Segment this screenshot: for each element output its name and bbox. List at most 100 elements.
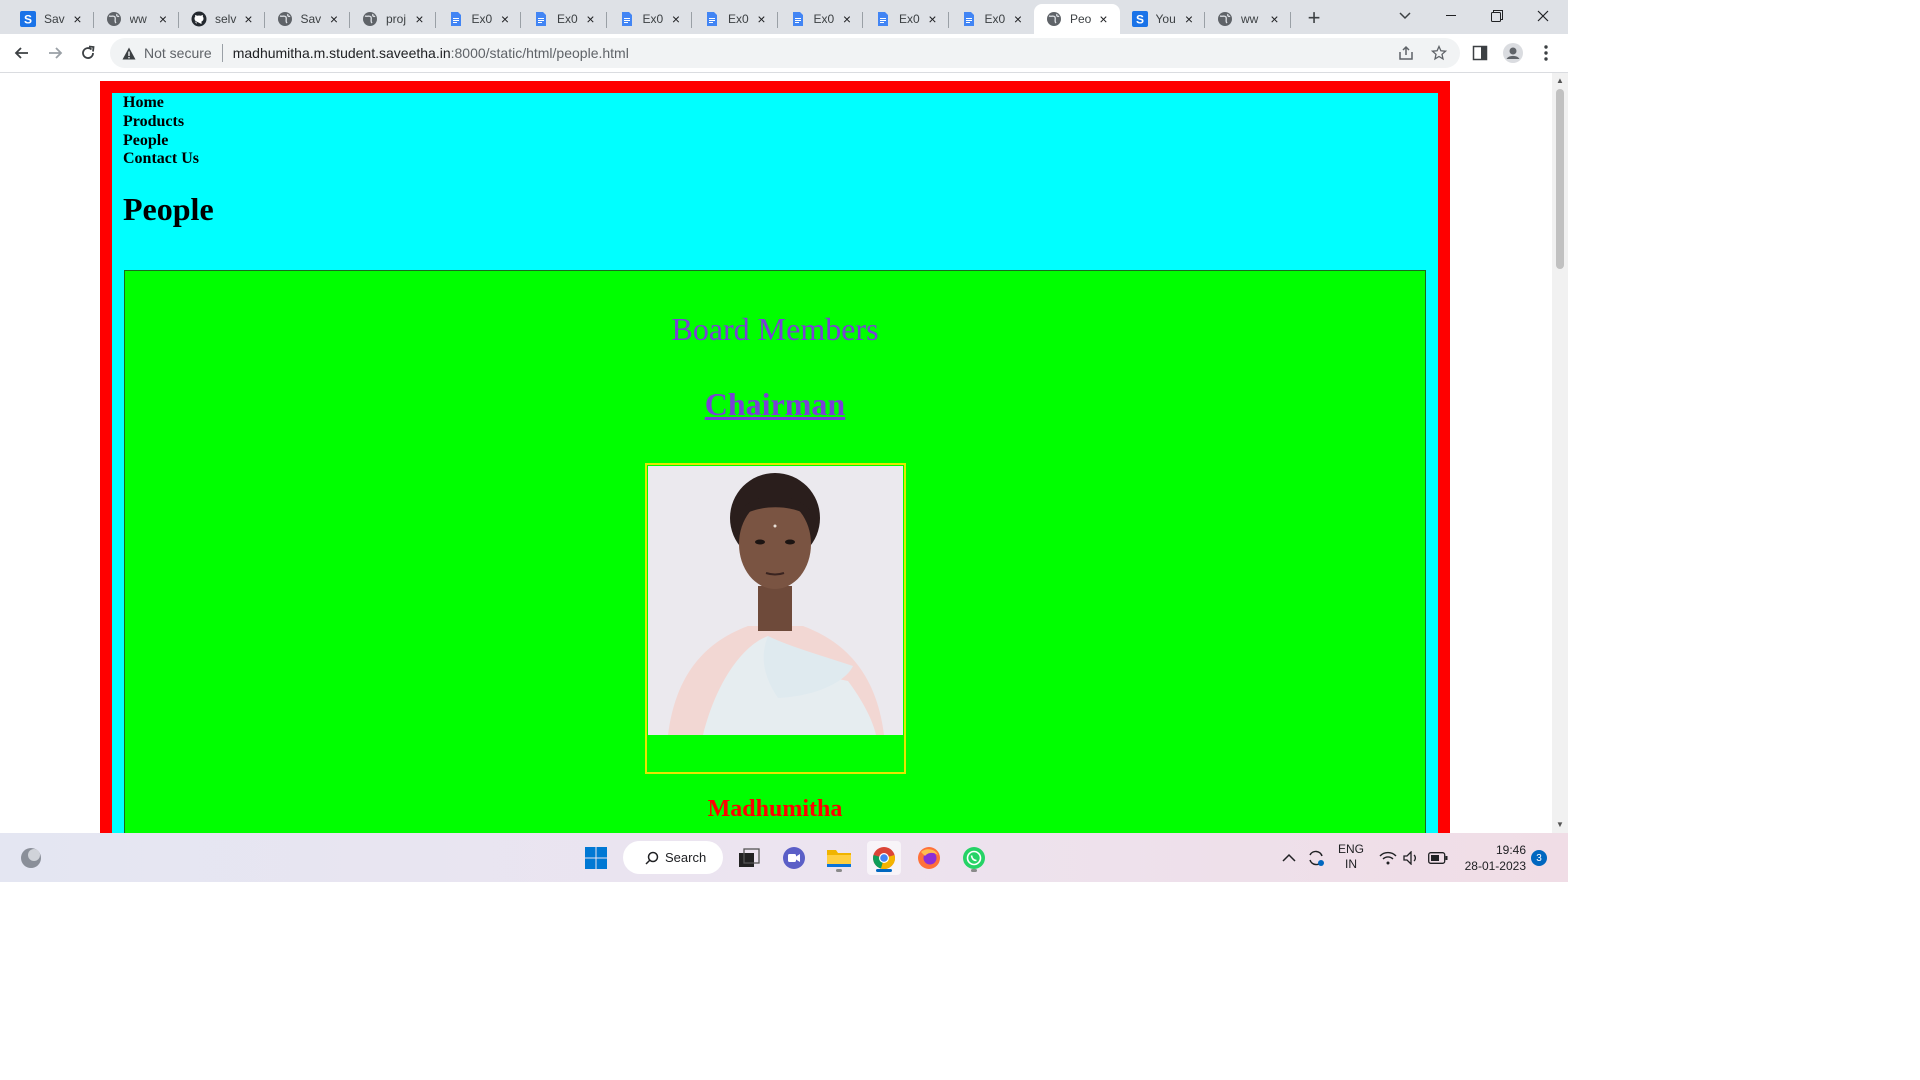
close-tab-icon[interactable]: ×	[412, 11, 428, 27]
teams-chat-button[interactable]	[777, 841, 811, 875]
globe-icon	[1046, 11, 1062, 27]
site-nav: Home Products People Contact Us	[123, 94, 199, 169]
chairman-link[interactable]: Chairman	[705, 386, 845, 422]
whatsapp-icon	[963, 847, 985, 869]
docs-icon	[875, 11, 891, 27]
browser-tab[interactable]: S Sav ×	[8, 4, 94, 34]
show-hidden-icons-button[interactable]	[1282, 833, 1296, 882]
task-view-icon	[739, 848, 760, 867]
tab-title: Ex0	[557, 12, 578, 26]
close-tab-icon[interactable]: ×	[925, 11, 941, 27]
tab-title: proj	[386, 12, 407, 26]
outer-red-frame: Home Products People Contact Us People B…	[100, 81, 1450, 833]
member-photo	[648, 466, 903, 735]
close-tab-icon[interactable]: ×	[754, 11, 770, 27]
browser-tab[interactable]: Ex0 ×	[692, 4, 778, 34]
browser-tab[interactable]: Sav ×	[265, 4, 351, 34]
page-title: People	[123, 191, 214, 227]
nav-contact-us[interactable]: Contact Us	[123, 150, 199, 169]
sync-icon	[1309, 850, 1324, 866]
clock[interactable]: 19:46 28-01-2023	[1460, 842, 1526, 874]
scroll-up-arrow[interactable]: ▲	[1556, 77, 1564, 85]
widgets-button[interactable]	[14, 841, 48, 875]
close-tab-icon[interactable]: ×	[1181, 11, 1197, 27]
nav-products[interactable]: Products	[123, 113, 199, 132]
avatar-icon	[1503, 43, 1523, 63]
nav-home[interactable]: Home	[123, 94, 199, 113]
address-bar[interactable]: Not secure madhumitha.m.student.saveetha…	[110, 38, 1460, 68]
bookmark-button[interactable]	[1425, 39, 1453, 67]
close-tab-icon[interactable]: ×	[839, 11, 855, 27]
browser-tab[interactable]: Ex0 ×	[863, 4, 949, 34]
file-explorer-button[interactable]	[822, 841, 856, 875]
close-tab-icon[interactable]: ×	[1267, 11, 1283, 27]
url-path: :8000/static/html/people.html	[450, 45, 629, 61]
tab-search-button[interactable]	[1382, 0, 1428, 32]
volume-status[interactable]	[1403, 833, 1419, 882]
start-button[interactable]	[579, 841, 613, 875]
docs-icon	[448, 11, 464, 27]
close-tab-icon[interactable]: ×	[70, 11, 86, 27]
close-tab-icon[interactable]: ×	[326, 11, 342, 27]
new-tab-button[interactable]: +	[1300, 5, 1328, 30]
battery-status[interactable]	[1428, 833, 1448, 882]
close-tab-icon[interactable]: ×	[155, 11, 171, 27]
network-status[interactable]	[1379, 833, 1397, 882]
kebab-menu-icon	[1544, 45, 1548, 61]
task-view-button[interactable]	[732, 841, 766, 875]
close-tab-icon[interactable]: ×	[668, 11, 684, 27]
close-window-button[interactable]	[1520, 0, 1566, 32]
reload-icon	[82, 45, 95, 59]
clock-date: 28-01-2023	[1464, 859, 1526, 873]
browser-tab[interactable]: Ex0 ×	[607, 4, 693, 34]
reload-button[interactable]	[74, 39, 102, 67]
taskbar-search[interactable]: Search	[623, 841, 723, 874]
url-host: madhumitha.m.student.saveetha.in	[232, 45, 451, 61]
nav-people[interactable]: People	[123, 132, 199, 151]
member-name: Madhumitha	[707, 796, 843, 822]
browser-tab[interactable]: Peo ×	[1034, 4, 1120, 34]
security-label[interactable]: Not secure	[144, 45, 212, 61]
browser-tab[interactable]: ww ×	[94, 4, 180, 34]
vertical-scrollbar[interactable]: ▲ ▼	[1552, 73, 1568, 833]
address-separator	[221, 44, 223, 62]
browser-tab[interactable]: Ex0 ×	[949, 4, 1035, 34]
firefox-button[interactable]	[912, 841, 946, 875]
browser-tab[interactable]: Ex0 ×	[436, 4, 522, 34]
close-tab-icon[interactable]: ×	[241, 11, 257, 27]
notification-badge[interactable]: 3	[1531, 850, 1547, 866]
share-button[interactable]	[1392, 39, 1420, 67]
browser-tab[interactable]: ww ×	[1205, 4, 1291, 34]
back-button[interactable]	[8, 39, 36, 67]
tab-title: ww	[1241, 12, 1259, 26]
tab-title: Ex0	[813, 12, 835, 26]
whatsapp-button[interactable]	[957, 841, 991, 875]
search-label: Search	[665, 850, 707, 865]
side-panel-button[interactable]	[1466, 39, 1494, 67]
browser-tab[interactable]: Ex0 ×	[778, 4, 864, 34]
chrome-button[interactable]	[867, 841, 901, 875]
taskbar: Search ENG IN 19:46 28-01-2023 3	[0, 833, 1568, 882]
active-indicator	[876, 869, 892, 872]
browser-tab[interactable]: Ex0 ×	[521, 4, 607, 34]
forward-button[interactable]	[41, 39, 69, 67]
sync-tray-button[interactable]	[1306, 833, 1326, 882]
browser-tab[interactable]: S You ×	[1120, 4, 1206, 34]
close-tab-icon[interactable]: ×	[583, 11, 599, 27]
browser-tab[interactable]: proj ×	[350, 4, 436, 34]
firefox-icon	[918, 847, 940, 869]
docs-icon	[533, 11, 549, 27]
restore-button[interactable]	[1474, 0, 1520, 32]
close-tab-icon[interactable]: ×	[1010, 11, 1026, 27]
github-icon	[191, 11, 207, 27]
scroll-thumb[interactable]	[1556, 89, 1564, 269]
restore-icon	[1491, 10, 1503, 22]
close-tab-icon[interactable]: ×	[497, 11, 513, 27]
minimize-button[interactable]	[1428, 0, 1474, 32]
profile-button[interactable]	[1499, 39, 1527, 67]
scroll-down-arrow[interactable]: ▼	[1556, 821, 1564, 829]
close-tab-icon[interactable]: ×	[1096, 11, 1112, 27]
browser-tab[interactable]: selv ×	[179, 4, 265, 34]
input-language[interactable]: ENG IN	[1336, 842, 1366, 872]
menu-button[interactable]	[1532, 39, 1560, 67]
